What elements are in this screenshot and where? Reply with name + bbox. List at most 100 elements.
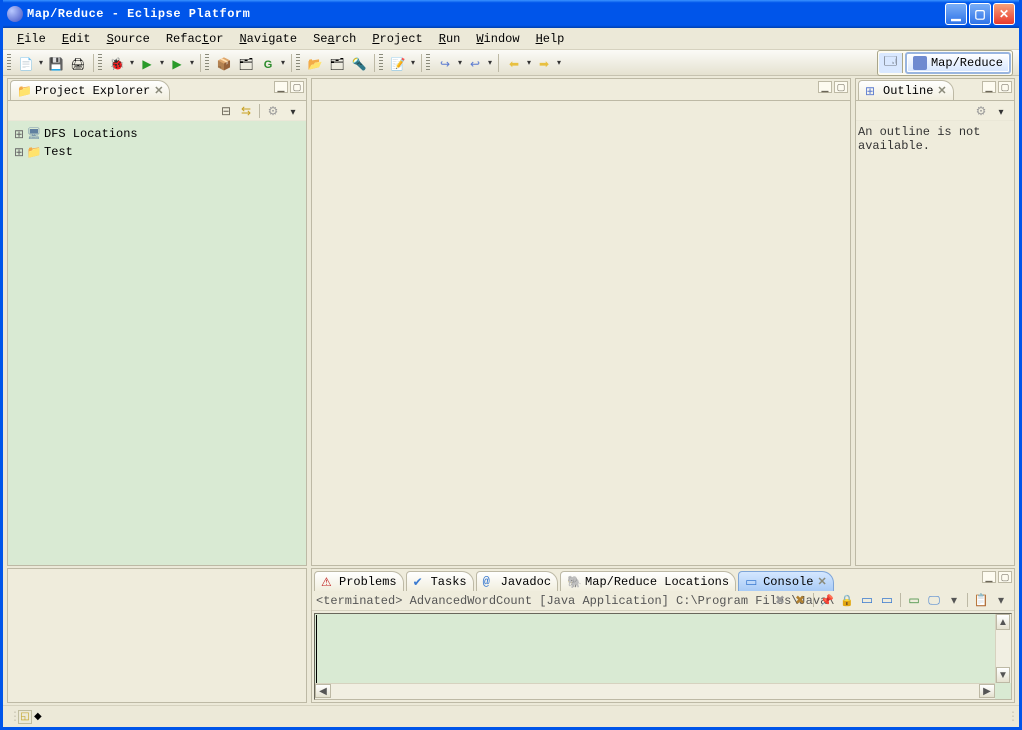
tab-tasks[interactable]: Tasks (406, 571, 474, 591)
tab-problems[interactable]: Problems (314, 571, 404, 591)
open-console-dropdown[interactable]: ▾ (992, 593, 1010, 609)
pin-console-button[interactable] (905, 593, 923, 609)
open-button[interactable] (305, 53, 325, 73)
toolbar-grip[interactable] (98, 54, 102, 72)
menu-search[interactable]: Search (305, 30, 364, 48)
open-type-button[interactable] (258, 53, 278, 73)
prev-dropdown[interactable]: ▾ (486, 53, 494, 73)
maximize-view-button[interactable]: ▢ (834, 81, 848, 93)
run-button[interactable] (137, 53, 157, 73)
minimize-view-button[interactable]: ▁ (818, 81, 832, 93)
console-dropdown[interactable]: ▾ (945, 593, 963, 609)
view-settings-button[interactable] (264, 103, 282, 119)
tab-console[interactable]: Console ✕ (738, 571, 834, 591)
tab-mrlocations[interactable]: Map/Reduce Locations (560, 571, 736, 591)
menu-file[interactable]: File (9, 30, 54, 48)
run-dropdown[interactable]: ▾ (158, 53, 166, 73)
explorer-tree[interactable]: ⊞ DFS Locations ⊞ Test (8, 121, 306, 565)
menu-help[interactable]: Help (528, 30, 573, 48)
menu-source[interactable]: Source (99, 30, 158, 48)
minimize-view-button[interactable]: ▁ (982, 81, 996, 93)
annotation-icon (391, 55, 406, 71)
menu-edit[interactable]: Edit (54, 30, 99, 48)
new-dropdown[interactable]: ▾ (37, 53, 45, 73)
view-settings-button[interactable] (972, 103, 990, 119)
print-button[interactable] (68, 53, 88, 73)
tree-item-dfs[interactable]: ⊞ DFS Locations (10, 125, 304, 143)
minimize-view-button[interactable]: ▁ (982, 571, 996, 583)
scroll-up-button[interactable]: ▲ (996, 614, 1010, 630)
search-button[interactable] (349, 53, 369, 73)
expander-icon[interactable]: ⊞ (12, 127, 26, 142)
collapse-all-button[interactable] (217, 103, 235, 119)
menu-navigate[interactable]: Navigate (231, 30, 305, 48)
console-output[interactable]: ▲ ▼ ◀ ▶ (314, 613, 1012, 700)
tab-close-icon[interactable]: ✕ (818, 575, 827, 589)
perspective-mapreduce-button[interactable]: Map/Reduce (905, 52, 1011, 74)
toolbar-grip[interactable] (426, 54, 430, 72)
next-annotation-button[interactable] (435, 53, 455, 73)
save-button[interactable] (46, 53, 66, 73)
toolbar-grip[interactable] (205, 54, 209, 72)
type-dropdown[interactable]: ▾ (279, 53, 287, 73)
maximize-button[interactable] (969, 3, 991, 25)
prev-annotation-button[interactable] (465, 53, 485, 73)
new-package-button[interactable] (214, 53, 234, 73)
maximize-view-button[interactable]: ▢ (998, 571, 1012, 583)
editor-body[interactable] (312, 101, 850, 565)
expander-icon[interactable]: ⊞ (12, 145, 26, 160)
display-console-button[interactable] (925, 593, 943, 609)
tab-close-icon[interactable]: ✕ (154, 84, 163, 98)
annotation-dropdown[interactable]: ▾ (409, 53, 417, 73)
x-icon (775, 593, 785, 608)
forward-button[interactable] (534, 53, 554, 73)
debug-dropdown[interactable]: ▾ (128, 53, 136, 73)
new-button[interactable] (16, 53, 36, 73)
show-out-button[interactable] (878, 593, 896, 609)
scroll-down-button[interactable]: ▼ (996, 667, 1010, 683)
back-button[interactable] (504, 53, 524, 73)
maximize-view-button[interactable]: ▢ (998, 81, 1012, 93)
outline-tab[interactable]: Outline ✕ (858, 80, 954, 100)
toolbar-grip[interactable] (379, 54, 383, 72)
horizontal-scrollbar[interactable]: ◀ ▶ (315, 683, 995, 699)
debug-button[interactable] (107, 53, 127, 73)
tab-close-icon[interactable]: ✕ (937, 84, 946, 98)
view-menu-button[interactable] (992, 103, 1010, 119)
menu-run[interactable]: Run (431, 30, 469, 48)
menu-refactor[interactable]: Refactor (158, 30, 232, 48)
tree-item-test[interactable]: ⊞ Test (10, 143, 304, 161)
vertical-scrollbar[interactable]: ▲ ▼ (995, 614, 1011, 683)
clear-console-button[interactable] (858, 593, 876, 609)
toolbar-grip[interactable] (296, 54, 300, 72)
link-editor-button[interactable] (237, 103, 255, 119)
scroll-left-button[interactable]: ◀ (315, 684, 331, 698)
next-dropdown[interactable]: ▾ (456, 53, 464, 73)
annotation-button[interactable] (388, 53, 408, 73)
menu-icon (998, 104, 1003, 118)
forward-dropdown[interactable]: ▾ (555, 53, 563, 73)
view-menu-button[interactable] (284, 103, 302, 119)
project-explorer-tab[interactable]: Project Explorer ✕ (10, 80, 170, 100)
back-dropdown[interactable]: ▾ (525, 53, 533, 73)
ext-run-dropdown[interactable]: ▾ (188, 53, 196, 73)
menu-window[interactable]: Window (468, 30, 527, 48)
perspective-open-button[interactable]: 🗔 (879, 53, 903, 73)
minimize-view-button[interactable]: ▁ (274, 81, 288, 93)
remove-all-launch-button[interactable] (791, 593, 809, 609)
new-class-button[interactable] (236, 53, 256, 73)
status-icon[interactable]: ◱ (18, 710, 32, 724)
open-task-button[interactable] (327, 53, 347, 73)
maximize-view-button[interactable]: ▢ (290, 81, 304, 93)
close-button[interactable]: ✕ (993, 3, 1015, 25)
ext-run-button[interactable] (167, 53, 187, 73)
tab-javadoc[interactable]: Javadoc (476, 571, 558, 591)
scroll-right-button[interactable]: ▶ (979, 684, 995, 698)
open-console-button[interactable]: 📋 (972, 593, 990, 609)
minimize-button[interactable] (945, 3, 967, 25)
scroll-lock-button[interactable] (818, 593, 836, 609)
remove-launch-button[interactable] (771, 593, 789, 609)
toolbar-grip[interactable] (7, 54, 11, 72)
lock-button[interactable] (838, 593, 856, 609)
menu-project[interactable]: Project (364, 30, 430, 48)
